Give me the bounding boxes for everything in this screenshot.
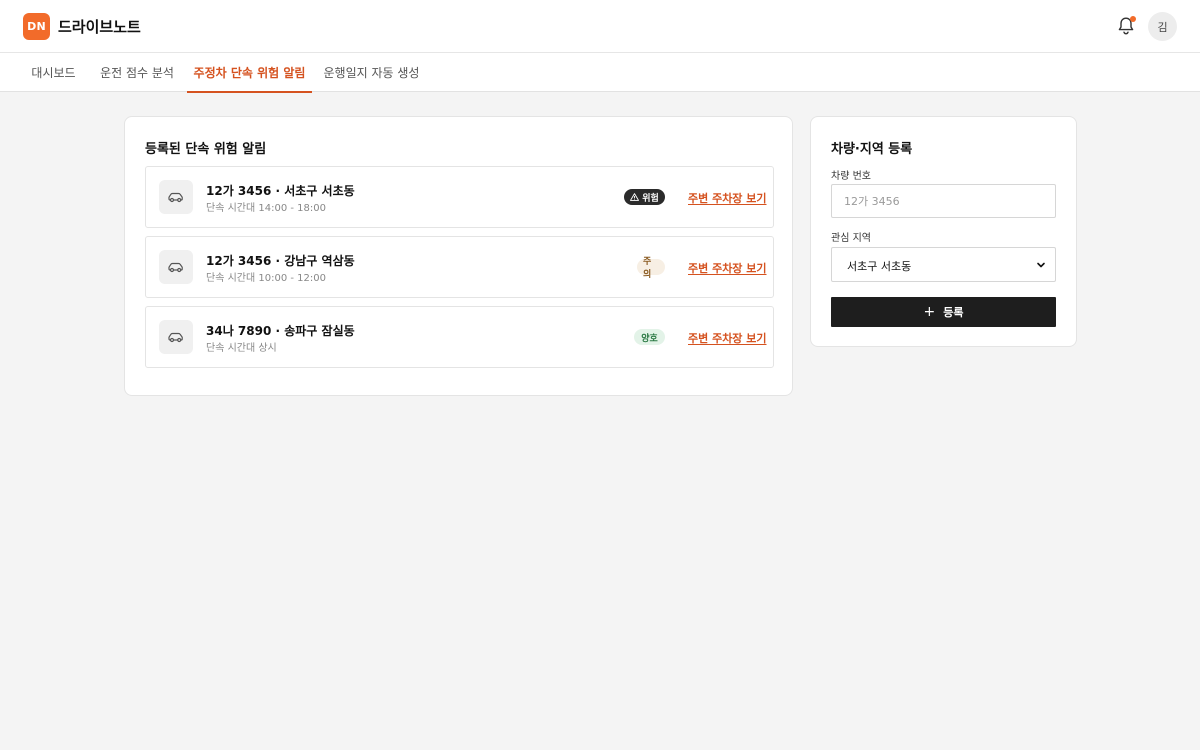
notification-dot xyxy=(1130,16,1136,22)
alert-schedule: 단속 시간대 14:00 - 18:00 xyxy=(206,203,326,214)
warning-icon xyxy=(630,193,640,201)
region-label: 관심 지역 xyxy=(831,233,871,244)
app-logo[interactable]: DN xyxy=(23,13,50,40)
alert-schedule: 단속 시간대 상시 xyxy=(206,343,277,354)
status-badge-caution: 주의 xyxy=(637,257,665,280)
app-name: 드라이브노트 xyxy=(58,18,141,36)
register-title: 차량·지역 등록 xyxy=(831,142,913,157)
badge-label: 위험 xyxy=(642,193,659,204)
status-badge-danger: 위험 xyxy=(624,189,665,205)
register-card: 차량·지역 등록 차량 번호 관심 지역 서초구 서초동 + 등록 xyxy=(810,116,1077,347)
tab-driving-log[interactable]: 운행일지 자동 생성 xyxy=(320,53,423,92)
register-button-label: 등록 xyxy=(943,306,964,319)
alert-schedule: 단속 시간대 10:00 - 12:00 xyxy=(206,273,326,284)
status-badge-good: 양호 xyxy=(634,329,665,345)
vehicle-number-label: 차량 번호 xyxy=(831,171,871,182)
alert-title: 12가 3456 · 강남구 역삼동 xyxy=(206,254,355,268)
avatar[interactable]: 김 xyxy=(1148,12,1177,41)
nearby-parking-link[interactable]: 주변 주차장 보기 xyxy=(688,260,767,276)
nearby-parking-link[interactable]: 주변 주차장 보기 xyxy=(688,330,767,346)
car-icon xyxy=(159,180,193,214)
tab-parking-alerts[interactable]: 주정차 단속 위험 알림 xyxy=(187,53,312,93)
alert-title: 12가 3456 · 서초구 서초동 xyxy=(206,184,355,198)
plus-icon: + xyxy=(923,304,936,320)
alert-title: 34나 7890 · 송파구 잠실동 xyxy=(206,324,355,338)
nearby-parking-link[interactable]: 주변 주차장 보기 xyxy=(688,190,767,206)
region-select[interactable]: 서초구 서초동 xyxy=(831,247,1056,282)
alert-item: 12가 3456 · 강남구 역삼동 단속 시간대 10:00 - 12:00 … xyxy=(145,236,774,298)
car-icon xyxy=(159,320,193,354)
register-button[interactable]: + 등록 xyxy=(831,297,1056,327)
top-header: DN 드라이브노트 김 xyxy=(0,0,1200,53)
chevron-down-icon xyxy=(1037,262,1045,268)
region-selected-value: 서초구 서초동 xyxy=(847,260,912,273)
alert-item: 12가 3456 · 서초구 서초동 단속 시간대 14:00 - 18:00 … xyxy=(145,166,774,228)
alerts-card: 등록된 단속 위험 알림 12가 3456 · 서초구 서초동 단속 시간대 1… xyxy=(124,116,793,396)
tab-driving-score[interactable]: 운전 점수 분석 xyxy=(95,53,179,92)
car-icon xyxy=(159,250,193,284)
tab-dashboard[interactable]: 대시보드 xyxy=(20,53,87,92)
alerts-title: 등록된 단속 위험 알림 xyxy=(145,142,267,157)
vehicle-number-input[interactable] xyxy=(831,184,1056,218)
alert-item: 34나 7890 · 송파구 잠실동 단속 시간대 상시 양호 주변 주차장 보… xyxy=(145,306,774,368)
tab-bar: 대시보드 운전 점수 분석 주정차 단속 위험 알림 운행일지 자동 생성 xyxy=(0,53,1200,93)
